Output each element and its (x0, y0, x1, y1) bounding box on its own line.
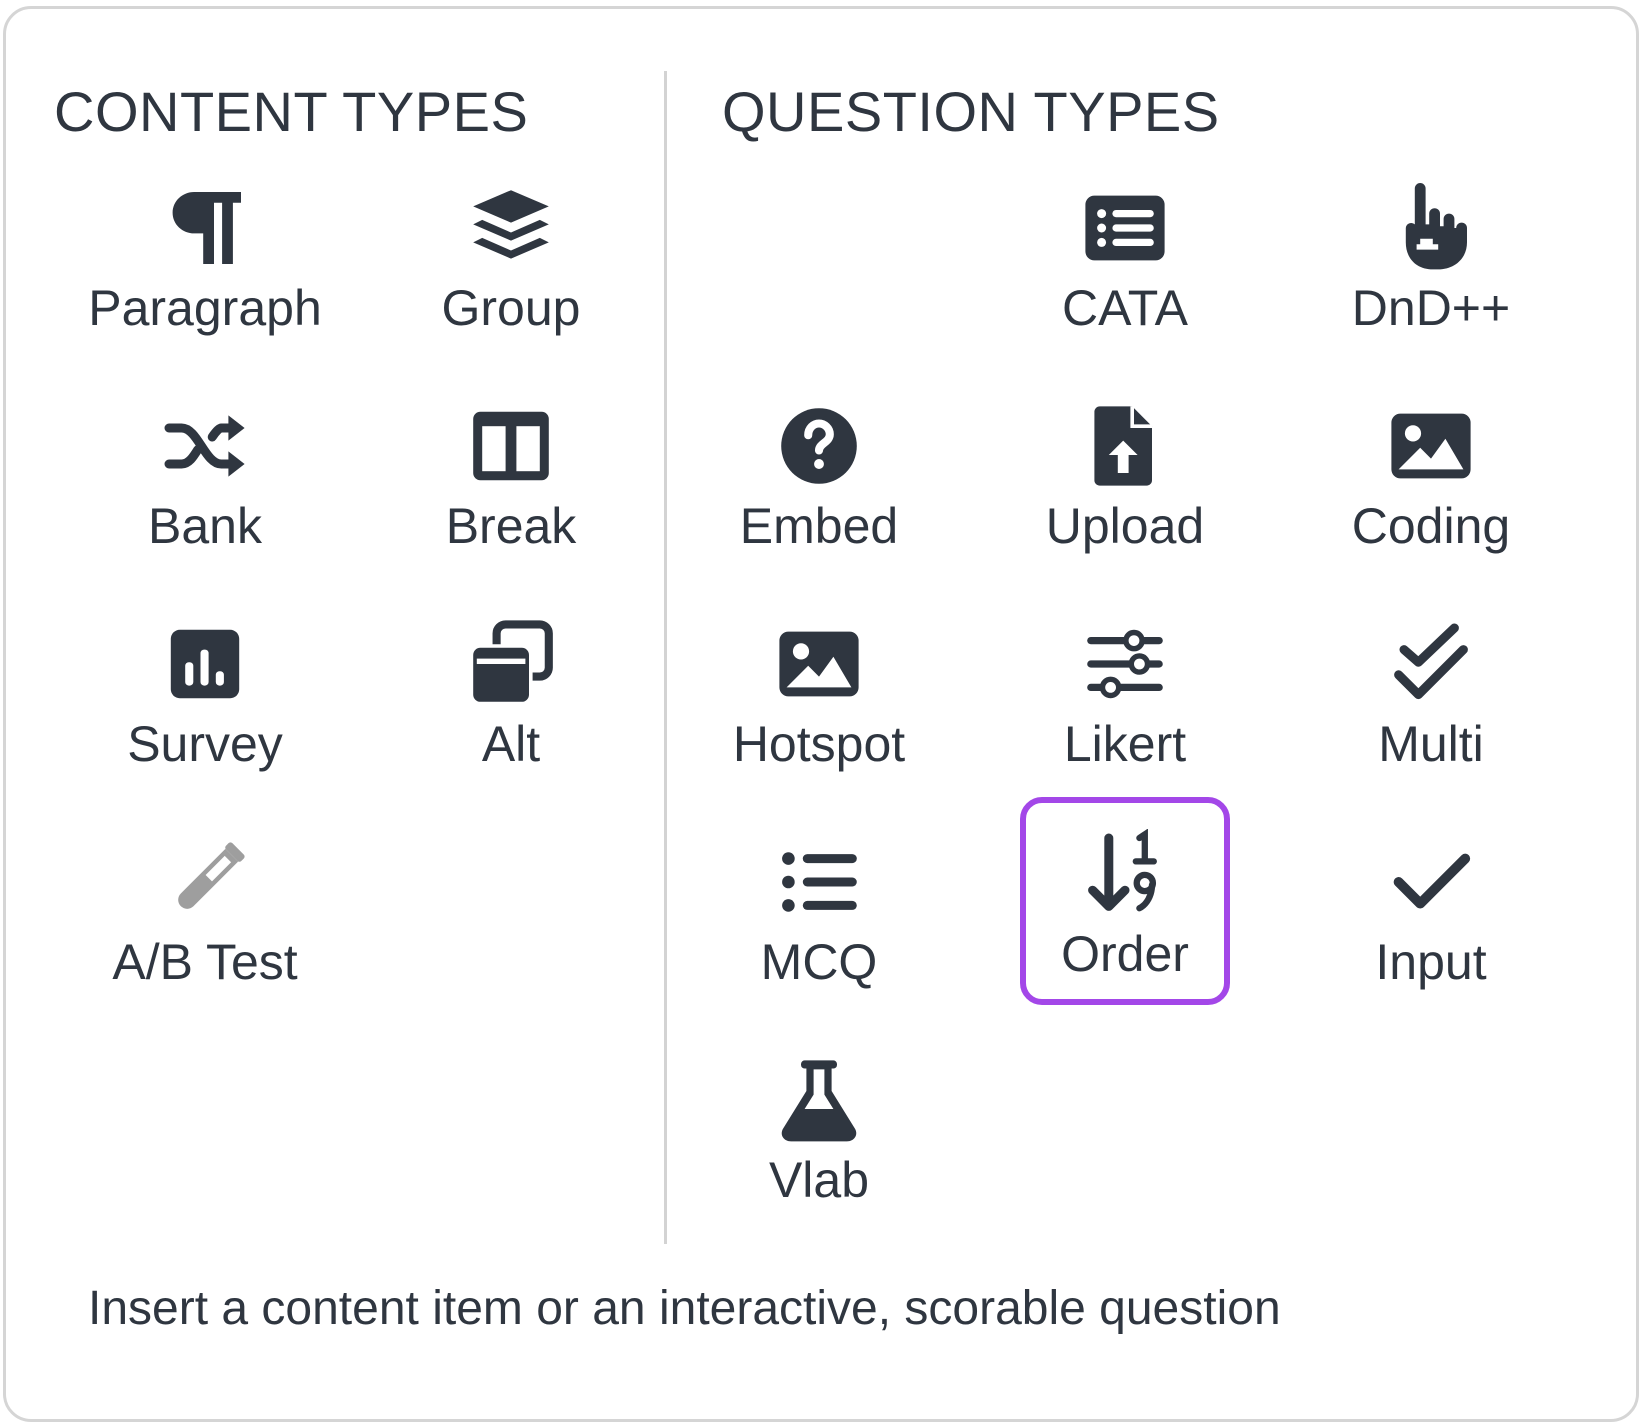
question-item-label: Order (1061, 926, 1189, 982)
bar-chart-icon (160, 619, 250, 709)
check-icon (1386, 837, 1476, 927)
content-item-ab-test[interactable]: A/B Test (100, 823, 310, 1031)
question-item-order[interactable]: Order (1020, 797, 1230, 1005)
shuffle-icon (160, 401, 250, 491)
content-item-group[interactable]: Group (406, 169, 616, 377)
list-icon (1080, 183, 1170, 273)
sort-numeric-icon (1080, 829, 1170, 919)
question-item-embed[interactable]: Embed (714, 387, 924, 595)
test-tube-icon (160, 837, 250, 927)
image-icon (1386, 401, 1476, 491)
question-circle-icon (774, 401, 864, 491)
question-item-label: Input (1375, 934, 1487, 990)
question-item-multi[interactable]: Multi (1326, 605, 1536, 813)
clone-icon (466, 619, 556, 709)
content-item-label: Group (441, 280, 581, 336)
content-item-label: A/B Test (112, 934, 298, 990)
section-divider (664, 71, 667, 1244)
question-item-hotspot[interactable]: Hotspot (714, 605, 924, 813)
question-item-mcq[interactable]: MCQ (714, 823, 924, 1031)
image-icon (774, 619, 864, 709)
insert-menu-panel: CONTENT TYPES QUESTION TYPES Paragraph G… (3, 6, 1639, 1422)
flask-icon (774, 1055, 864, 1145)
question-types-heading: QUESTION TYPES (722, 80, 1220, 143)
question-item-label: CATA (1062, 280, 1188, 336)
question-item-label: Coding (1351, 498, 1511, 554)
hand-pointer-icon (1386, 183, 1476, 273)
question-item-likert[interactable]: Likert (1020, 605, 1230, 813)
paragraph-icon (160, 183, 250, 273)
question-item-label: Vlab (768, 1152, 870, 1208)
question-item-upload[interactable]: Upload (1020, 387, 1230, 595)
question-item-cata[interactable]: CATA (1020, 169, 1230, 377)
content-item-alt[interactable]: Alt (406, 605, 616, 813)
content-item-bank[interactable]: Bank (100, 387, 310, 595)
content-types-heading: CONTENT TYPES (54, 80, 529, 143)
question-item-coding[interactable]: Coding (1326, 387, 1536, 595)
bullet-list-icon (774, 837, 864, 927)
question-item-label: Hotspot (732, 716, 906, 772)
question-item-input[interactable]: Input (1326, 823, 1536, 1031)
content-item-label: Paragraph (88, 280, 322, 336)
insert-hint: Insert a content item or an interactive,… (88, 1282, 1281, 1335)
sliders-icon (1080, 619, 1170, 709)
question-item-label: MCQ (760, 934, 878, 990)
columns-icon (466, 401, 556, 491)
content-item-survey[interactable]: Survey (100, 605, 310, 813)
question-item-label: Multi (1378, 716, 1484, 772)
content-item-label: Bank (148, 498, 262, 554)
file-upload-icon (1080, 401, 1170, 491)
question-item-label: Upload (1045, 498, 1205, 554)
content-item-label: Survey (127, 716, 283, 772)
question-item-vlab[interactable]: Vlab (714, 1041, 924, 1249)
content-item-break[interactable]: Break (406, 387, 616, 595)
content-item-label: Break (445, 498, 577, 554)
content-item-label: Alt (481, 716, 541, 772)
question-item-label: DnD++ (1351, 280, 1511, 336)
question-item-label: Likert (1063, 716, 1187, 772)
double-check-icon (1386, 619, 1476, 709)
question-item-dnd[interactable]: DnD++ (1326, 169, 1536, 377)
question-item-label: Embed (739, 498, 899, 554)
content-item-paragraph[interactable]: Paragraph (88, 169, 322, 377)
layers-icon (466, 183, 556, 273)
